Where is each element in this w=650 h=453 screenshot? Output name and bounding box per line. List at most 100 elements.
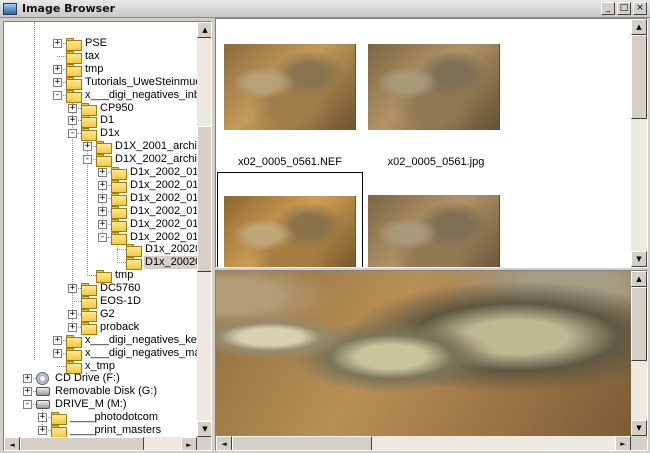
tree-item-label[interactable]: x___digi_negatives_master <box>84 347 197 360</box>
preview-vertical-scrollbar[interactable]: ▲ ▼ <box>631 271 647 436</box>
expand-toggle-icon[interactable]: + <box>53 77 62 87</box>
tree-row[interactable]: + ____print_masters <box>4 424 197 437</box>
expand-toggle-icon[interactable]: + <box>68 116 77 126</box>
tree-row[interactable]: - x___digi_negatives_inbox <box>4 89 197 103</box>
thumbnail-item[interactable]: x02_0005_0561.jpg <box>363 20 509 172</box>
tree-item-label[interactable]: D1X_2001_archive_01 <box>114 140 197 153</box>
tree-row[interactable]: + DC5760 <box>4 282 197 297</box>
tree-row[interactable]: + CD Drive (F:) <box>4 372 197 386</box>
thumbnail-item[interactable] <box>363 172 509 267</box>
tree-item-label[interactable]: tmp <box>114 269 134 282</box>
expand-toggle-icon[interactable]: + <box>83 142 92 152</box>
tree-item-label[interactable]: tmp <box>84 63 104 76</box>
tree-scroll-down-button[interactable]: ▼ <box>197 421 211 437</box>
tree-row[interactable]: + CP950 <box>4 102 197 116</box>
tree-row[interactable]: + ____photodotcom <box>4 411 197 426</box>
tree-item-label-selected[interactable]: D1x_20020331_F <box>144 256 197 270</box>
preview-scroll-h-thumb[interactable] <box>232 436 372 450</box>
expand-toggle-icon[interactable]: + <box>38 413 47 423</box>
tree-row[interactable]: + PSE <box>4 37 197 51</box>
tree-item-label[interactable]: D1x_2002_01_06 <box>129 231 197 244</box>
tree-item-label[interactable]: proback <box>99 321 140 334</box>
tree-item-label[interactable]: tax <box>84 50 101 63</box>
thumbnail-item-selected[interactable] <box>217 172 363 267</box>
tree-row[interactable]: + D1 <box>4 114 197 129</box>
preview-scroll-up-button[interactable]: ▲ <box>631 271 647 287</box>
tree-row[interactable]: + D1x_2002_01_03 <box>4 192 197 206</box>
tree-item-label[interactable]: x___digi_negatives_keep <box>84 334 197 347</box>
expand-toggle-icon[interactable]: + <box>68 103 77 113</box>
thumbnails-scroll-down-button[interactable]: ▼ <box>631 251 647 267</box>
thumbnails-scroll-thumb[interactable] <box>631 35 647 119</box>
tree-row[interactable]: + D1x_2002_01_01 <box>4 166 197 180</box>
expand-toggle-icon[interactable]: + <box>23 387 32 397</box>
tree-item-label[interactable]: Removable Disk (G:) <box>54 385 158 398</box>
tree-row[interactable]: + D1x_2002_01_05 <box>4 218 197 232</box>
collapse-toggle-icon[interactable]: - <box>53 90 62 100</box>
tree-item-label[interactable]: ____photodotcom <box>69 411 159 424</box>
tree-row[interactable]: tmp <box>4 269 197 284</box>
tree-item-label[interactable]: D1x_2002_01_04 <box>129 205 197 218</box>
tree-item-label[interactable]: DC5760 <box>99 282 141 295</box>
tree-row[interactable]: tax <box>4 50 197 64</box>
thumbnail-item[interactable]: x02_0005_0561.NEF <box>217 20 363 172</box>
tree-row[interactable]: - D1x_2002_01_06 <box>4 231 197 245</box>
expand-toggle-icon[interactable]: + <box>53 335 62 345</box>
tree-item-label[interactable]: CD Drive (F:) <box>54 372 121 385</box>
preview-scroll-down-button[interactable]: ▼ <box>631 420 647 436</box>
preview-horizontal-scrollbar[interactable]: ◄ ► <box>216 436 631 450</box>
expand-toggle-icon[interactable]: + <box>98 219 107 229</box>
expand-toggle-icon[interactable]: + <box>53 64 62 74</box>
tree-item-label[interactable]: D1x_2002_01_05 <box>129 218 197 231</box>
preview-scroll-right-button[interactable]: ► <box>615 436 631 450</box>
tree-row[interactable]: + D1x_2002_01_04 <box>4 205 197 219</box>
tree-item-label[interactable]: D1x_2002_01_02 <box>129 179 197 192</box>
expand-toggle-icon[interactable]: + <box>53 39 62 48</box>
expand-toggle-icon[interactable]: + <box>53 348 62 358</box>
tree-item-label[interactable]: CP950 <box>99 102 135 115</box>
tree-row[interactable]: + Tutorials_UweSteinmueller <box>4 76 197 90</box>
tree-item-label[interactable]: Tutorials_UweSteinmueller <box>84 76 197 89</box>
tree-row[interactable]: D1x_20020331_F <box>4 256 197 271</box>
collapse-toggle-icon[interactable]: - <box>68 129 77 139</box>
expand-toggle-icon[interactable]: + <box>98 206 107 216</box>
tree-row[interactable]: + Removable Disk (G:) <box>4 385 197 398</box>
tree-row[interactable]: + x___digi_negatives_master <box>4 347 197 361</box>
tree-item-label[interactable]: G2 <box>99 308 116 321</box>
collapse-toggle-icon[interactable]: - <box>83 155 92 165</box>
tree-horizontal-scrollbar[interactable]: ◄ ► <box>4 437 197 450</box>
tree-scroll-right-button[interactable]: ► <box>181 437 197 450</box>
preview-scroll-left-button[interactable]: ◄ <box>216 436 232 450</box>
tree-scroll-up-button[interactable]: ▲ <box>197 22 211 38</box>
thumbnails-vertical-scrollbar[interactable]: ▲ ▼ <box>631 19 647 267</box>
thumbnails-scroll-up-button[interactable]: ▲ <box>631 19 647 35</box>
tree-item-label[interactable]: D1x <box>99 127 121 140</box>
expand-toggle-icon[interactable]: + <box>98 180 107 190</box>
expand-toggle-icon[interactable]: + <box>38 426 47 435</box>
tree-item-label[interactable]: x_tmp <box>84 360 116 373</box>
expand-toggle-icon[interactable]: + <box>98 193 107 203</box>
tree-item-label[interactable]: D1x_2002_01_01 <box>129 166 197 179</box>
expand-toggle-icon[interactable]: + <box>23 374 32 384</box>
tree-row[interactable]: - DRIVE_M (M:) <box>4 398 197 411</box>
expand-toggle-icon[interactable]: + <box>68 322 77 332</box>
tree-row[interactable]: EOS-1D <box>4 295 197 309</box>
tree-item-label[interactable]: PSE <box>84 37 108 50</box>
tree-scroll-thumb[interactable] <box>197 126 211 272</box>
tree-item-label[interactable]: D1x_2002_01_03 <box>129 192 197 205</box>
tree-item-label[interactable]: ____print_masters <box>69 424 162 437</box>
tree-item-label[interactable]: EOS-1D <box>99 295 142 308</box>
tree-row[interactable]: + proback <box>4 321 197 335</box>
collapse-toggle-icon[interactable]: - <box>98 232 107 242</box>
expand-toggle-icon[interactable]: + <box>68 309 77 319</box>
collapse-toggle-icon[interactable]: - <box>23 400 32 410</box>
tree-vertical-scrollbar[interactable]: ▲ ▼ <box>197 22 211 437</box>
tree-item-label[interactable]: D1 <box>99 114 115 127</box>
tree-row[interactable]: x_tmp <box>4 360 197 374</box>
tree-row[interactable]: + tmp <box>4 63 197 77</box>
close-button[interactable]: × <box>633 2 647 15</box>
tree-item-label[interactable]: x___digi_negatives_inbox <box>84 89 197 102</box>
tree-item-label[interactable]: D1X_2002_archive_01 <box>114 153 197 166</box>
preview-image[interactable] <box>216 271 633 436</box>
tree-row[interactable]: + x___digi_negatives_keep <box>4 334 197 348</box>
